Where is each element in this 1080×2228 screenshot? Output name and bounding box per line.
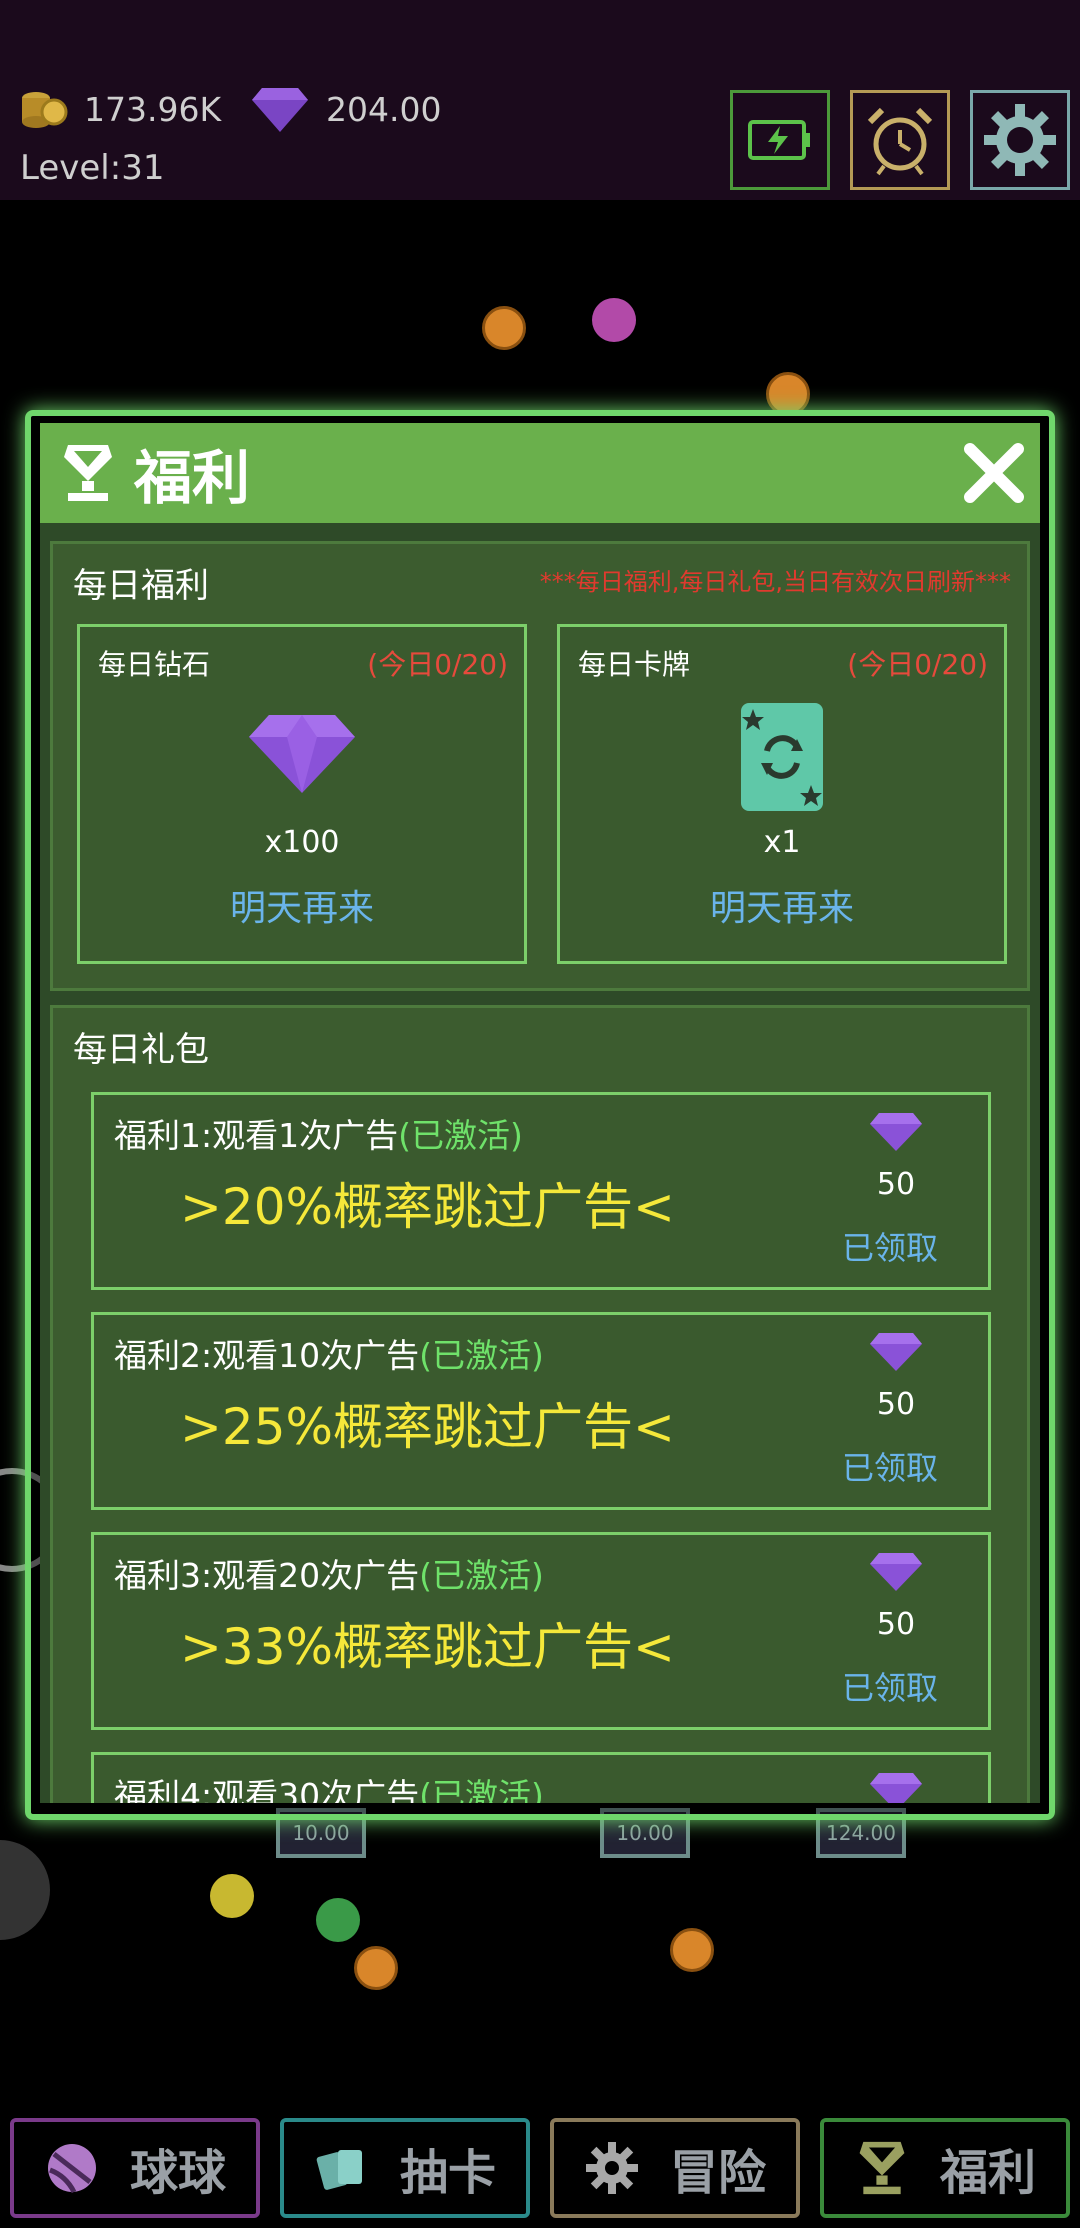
coin-value: 173.96K [84,89,222,129]
gem-counter: 204.00 [250,84,441,134]
diamond-icon [870,1113,922,1151]
card-name: 每日钻石 [98,648,211,681]
skull-token-icon [316,1898,360,1942]
trophy-icon [859,2141,905,2195]
gift-name: 福利4:观看30次广告(已激活) [114,1769,544,1803]
gift-item-4[interactable]: 福利4:观看30次广告(已激活) [91,1752,991,1803]
gift-reward: 50 [876,1607,916,1642]
daily-welfare-section: 每日福利 ***每日福利,每日礼包,当日有效次日刷新*** 每日钻石 (今日0/… [50,541,1030,991]
gift-status: (已激活) [419,1556,544,1595]
trophy-icon [64,445,112,501]
gift-name: 福利2:观看10次广告(已激活) [114,1336,544,1375]
daily-packs-section: 每日礼包 福利1:观看1次广告(已激活) >20%概率跳过广告< 50 已领取 … [50,1005,1030,1803]
refresh-card-icon [741,703,823,811]
crosshair-target-icon [354,1946,398,1990]
gift-item-3[interactable]: 福利3:观看20次广告(已激活) >33%概率跳过广告< 50 已领取 [91,1532,991,1730]
nav-welfare[interactable]: 福利 [820,2118,1070,2218]
gear-token-icon [592,298,636,342]
gem-value: 204.00 [326,89,442,129]
modal-title: 福利 [134,444,251,512]
refresh-notice: ***每日福利,每日礼包,当日有效次日刷新*** [539,568,1011,596]
gift-reward: 50 [876,1387,916,1422]
nav-adventure[interactable]: 冒险 [550,2118,800,2218]
daily-card-card[interactable]: 每日卡牌 (今日0/20) x1 明天再来 [557,624,1007,964]
energy-button[interactable] [730,90,830,190]
section-title: 每日福利 [73,566,209,606]
come-back-tomorrow-button[interactable]: 明天再来 [560,879,1004,931]
claimed-label[interactable]: 已领取 [842,1223,938,1269]
card-count: (今日0/20) [847,648,988,681]
gift-description: >25%概率跳过广告< [180,1398,675,1456]
claimed-label[interactable]: 已领取 [842,1663,938,1709]
crosshair-target-icon [670,1928,714,1972]
battery-bolt-icon [748,120,810,160]
gift-status: (已激活) [419,1776,544,1803]
card-count: (今日0/20) [367,648,508,681]
come-back-tomorrow-button[interactable]: 明天再来 [80,879,524,931]
ball-icon [47,2144,96,2194]
nav-balls[interactable]: 球球 [10,2118,260,2218]
up-button[interactable] [0,1840,50,1940]
card-quantity: x1 [763,825,801,860]
alarm-button[interactable] [850,90,950,190]
gift-name: 福利1:观看1次广告(已激活) [114,1116,523,1155]
nav-label: 福利 [939,2145,1036,2201]
coin-counter: 173.96K [18,84,221,134]
gear-icon [984,104,1056,176]
gift-status: (已激活) [419,1336,544,1375]
section-title: 每日礼包 [73,1030,209,1070]
daily-diamond-card[interactable]: 每日钻石 (今日0/20) x100 明天再来 [77,624,527,964]
welfare-modal: 福利 每日福利 ***每日福利,每日礼包,当日有效次日刷新*** 每日钻石 (今… [40,423,1040,1803]
gear-icon [585,2142,638,2194]
gift-status: (已激活) [398,1116,523,1155]
top-bar: 173.96K 204.00 Level:31 [0,0,1080,200]
gift-item-2[interactable]: 福利2:观看10次广告(已激活) >25%概率跳过广告< 50 已领取 [91,1312,991,1510]
cards-icon [316,2150,362,2190]
alarm-clock-icon [867,107,933,176]
nav-label: 抽卡 [399,2145,496,2201]
claimed-label[interactable]: 已领取 [842,1443,938,1489]
nav-label: 冒险 [669,2145,766,2201]
card-quantity: x100 [264,825,340,860]
diamond-icon [870,1553,922,1591]
coin-stack-icon [22,92,68,128]
diamond-icon [252,88,308,132]
nav-draw[interactable]: 抽卡 [280,2118,530,2218]
nav-label: 球球 [129,2145,226,2201]
ball [210,1874,254,1918]
player-level: Level:31 [20,148,165,188]
gift-description: >33%概率跳过广告< [180,1618,675,1676]
close-icon[interactable] [962,441,1026,505]
gift-item-1[interactable]: 福利1:观看1次广告(已激活) >20%概率跳过广告< 50 已领取 [91,1092,991,1290]
settings-button[interactable] [970,90,1070,190]
gift-reward: 50 [876,1167,916,1202]
modal-header: 福利 [40,423,1040,523]
card-name: 每日卡牌 [578,648,691,681]
crosshair-target-icon [482,306,526,350]
gift-name: 福利3:观看20次广告(已激活) [114,1556,544,1595]
diamond-icon [870,1333,922,1371]
diamond-icon [249,715,355,793]
diamond-icon [870,1773,922,1803]
gift-description: >20%概率跳过广告< [180,1178,675,1236]
